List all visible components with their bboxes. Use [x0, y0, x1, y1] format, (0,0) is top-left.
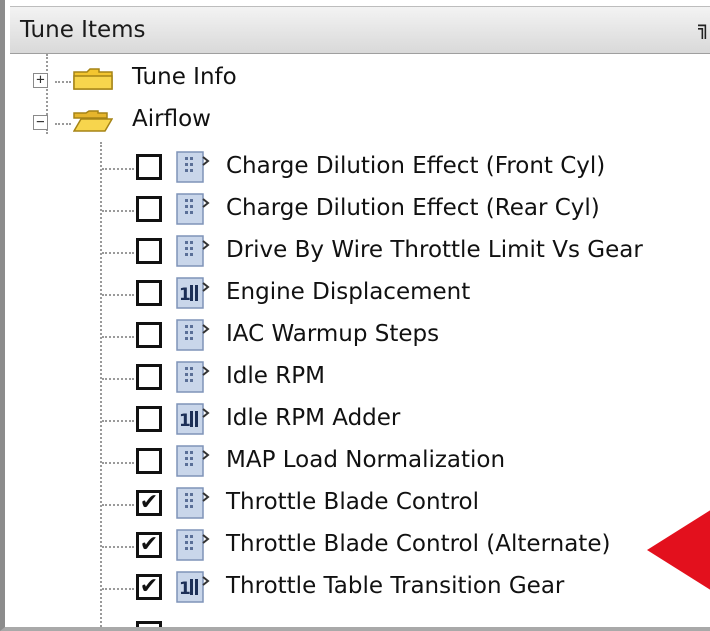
- folder-closed-icon: [73, 68, 113, 90]
- item-label: Charge Dilution Effect (Rear Cyl): [226, 195, 600, 221]
- tree-connector-h: [102, 294, 134, 296]
- tree-item[interactable]: Charge Dilution Effect (Rear Cyl): [5, 189, 710, 231]
- scalar-icon: 1: [176, 403, 210, 435]
- item-checkbox-checked[interactable]: ✔: [136, 574, 162, 600]
- tree-node-tune-info[interactable]: Tune Info: [132, 64, 237, 90]
- scalar-icon: 1: [176, 571, 210, 603]
- table-icon: [176, 487, 210, 519]
- tree-connector-h: [102, 378, 134, 380]
- item-checkbox[interactable]: [136, 448, 162, 474]
- panel-title: Tune Items: [20, 17, 146, 43]
- svg-text:1: 1: [179, 285, 191, 305]
- item-label: Throttle Blade Control (Alternate): [226, 531, 611, 557]
- svg-text:1: 1: [179, 579, 191, 599]
- tree-item[interactable]: 1 Engine Displacement: [5, 273, 710, 315]
- item-label: Charge Dilution Effect (Front Cyl): [226, 153, 606, 179]
- item-checkbox[interactable]: [136, 364, 162, 390]
- tree-item[interactable]: MAP Load Normalization: [5, 441, 710, 483]
- tree-item[interactable]: Idle RPM: [5, 357, 710, 399]
- folder-open-icon: [73, 110, 113, 132]
- tree-connector-h: [102, 504, 134, 506]
- scalar-icon: 1: [176, 277, 210, 309]
- table-icon: [176, 151, 210, 183]
- tune-items-tree: + Tune Info − Airflow Charge Dilution Ef…: [5, 54, 710, 627]
- svg-text:1: 1: [179, 411, 191, 431]
- red-pointer-arrow-icon: [647, 510, 710, 590]
- collapse-button-airflow[interactable]: −: [33, 115, 48, 130]
- table-icon: [176, 193, 210, 225]
- item-checkbox-checked[interactable]: ✔: [136, 532, 162, 558]
- table-icon: [176, 445, 210, 477]
- item-checkbox-checked[interactable]: ✔: [136, 490, 162, 516]
- tree-connector-h: [102, 462, 134, 464]
- tree-connector-h: [102, 252, 134, 254]
- tree-connector-h: [102, 168, 134, 170]
- item-checkbox[interactable]: [136, 196, 162, 222]
- item-label: Idle RPM: [226, 363, 325, 389]
- tree-item[interactable]: ✔ 1 Throttle Table Transition Gear: [5, 567, 710, 609]
- item-label: IAC Warmup Steps: [226, 321, 440, 347]
- tree-item[interactable]: IAC Warmup Steps: [5, 315, 710, 357]
- item-label: Idle RPM Adder: [226, 405, 401, 431]
- table-icon: [176, 361, 210, 393]
- tree-connector-h: [102, 546, 134, 548]
- item-checkbox: [136, 621, 162, 627]
- item-label: Engine Displacement: [226, 279, 471, 305]
- item-checkbox[interactable]: [136, 280, 162, 306]
- item-label: Throttle Table Transition Gear: [226, 573, 565, 599]
- tree-connector-h: [102, 336, 134, 338]
- item-checkbox[interactable]: [136, 154, 162, 180]
- tree-item[interactable]: 1 Idle RPM Adder: [5, 399, 710, 441]
- tree-item[interactable]: ✔ Throttle Blade Control (Alternate): [5, 525, 710, 567]
- tree-node-airflow[interactable]: Airflow: [132, 106, 211, 132]
- tree-connector-h: [102, 210, 134, 212]
- tree-connector-h: [55, 123, 71, 125]
- table-icon: [176, 319, 210, 351]
- item-checkbox[interactable]: [136, 238, 162, 264]
- tree-item[interactable]: Drive By Wire Throttle Limit Vs Gear: [5, 231, 710, 273]
- tree-item[interactable]: Charge Dilution Effect (Front Cyl): [5, 147, 710, 189]
- tree-item[interactable]: ✔ Throttle Blade Control: [5, 483, 710, 525]
- pin-icon[interactable]: ╗: [698, 15, 710, 45]
- table-icon: [176, 529, 210, 561]
- item-label: MAP Load Normalization: [226, 447, 506, 473]
- tree-connector-h: [55, 81, 71, 83]
- panel-titlebar: Tune Items ╗: [10, 6, 710, 54]
- table-icon: [176, 235, 210, 267]
- tree-connector-h: [102, 588, 134, 590]
- item-checkbox[interactable]: [136, 322, 162, 348]
- expand-button-tune-info[interactable]: +: [33, 73, 48, 88]
- item-checkbox[interactable]: [136, 406, 162, 432]
- item-label: Drive By Wire Throttle Limit Vs Gear: [226, 237, 643, 263]
- tree-item-partial: [5, 609, 710, 627]
- tree-connector-h: [102, 420, 134, 422]
- item-label: Throttle Blade Control: [226, 489, 479, 515]
- tune-items-panel: Tune Items ╗ + Tune Info − Airflow Charg…: [0, 0, 710, 631]
